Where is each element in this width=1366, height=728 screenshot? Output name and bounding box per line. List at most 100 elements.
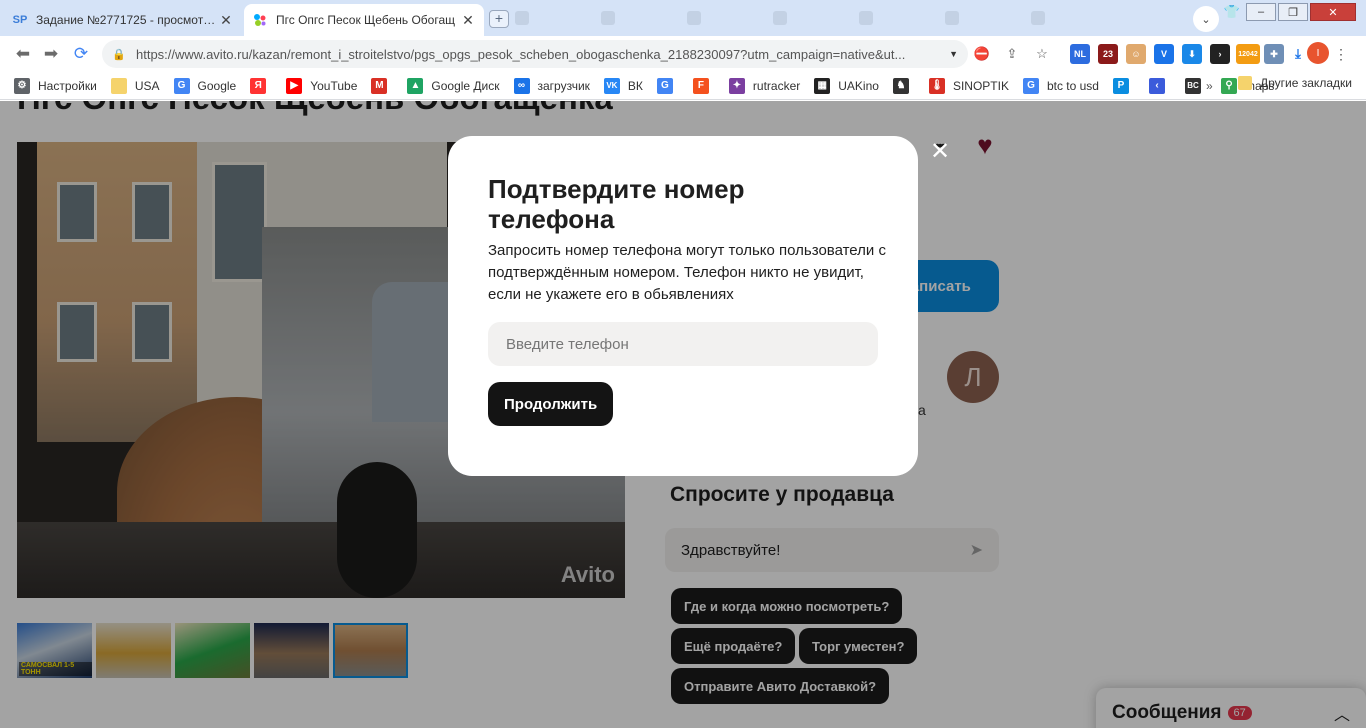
sp-favicon-icon: SP (12, 14, 28, 26)
bookmarks-bar: ⚙ Настройки USA G Google Я ▶ YouTube M ▲ Google Ди… (0, 72, 1366, 100)
folder-icon (110, 77, 127, 94)
nl-badge: NL (1074, 49, 1086, 59)
bookmark-label: rutracker (752, 78, 801, 93)
bookmark-star-icon[interactable]: ☆ (1032, 44, 1052, 64)
background-tab[interactable] (773, 8, 853, 28)
bookmark-item[interactable]: G (656, 77, 681, 94)
blocked-popup-icon[interactable]: ⛔ (972, 44, 992, 64)
minimize-button[interactable]: – (1246, 3, 1276, 21)
uakino-icon: ▦ (814, 77, 831, 94)
phone-input[interactable] (488, 322, 878, 366)
bookmark-item[interactable]: Я (250, 77, 274, 94)
v-extension-icon[interactable]: V (1154, 44, 1174, 64)
modal-title: Подтвердите номер телефона (488, 174, 745, 234)
downloads-icon[interactable]: ⤓ (1288, 44, 1308, 64)
bookmark-item[interactable]: 🌡 SINOPTIK (928, 77, 1009, 94)
bookmark-item[interactable]: ‹ (1148, 77, 1173, 94)
browser-toolbar: ⬅ ➡ ⟳ 🔒 https://www.avito.ru/kazan/remon… (0, 36, 1366, 72)
nl-extension-icon[interactable]: NL (1070, 44, 1090, 64)
bookmark-label: загрузчик (537, 78, 590, 93)
bookmark-label: Google (197, 78, 237, 93)
thermometer-icon: 🌡 (928, 77, 945, 94)
bookmark-label: UAKino (838, 78, 879, 93)
bookmark-label: SINOPTIK (952, 78, 1009, 93)
profile-avatar[interactable]: I (1307, 42, 1329, 64)
reload-icon[interactable]: ⟳ (70, 44, 92, 64)
tshirt-icon[interactable]: 👕 (1220, 2, 1244, 22)
modal-close-icon[interactable]: ✕ (925, 136, 955, 166)
lock-icon: 🔒 (112, 48, 126, 61)
bookmark-item[interactable]: ✦ rutracker (728, 77, 801, 94)
browser-tab-task[interactable]: SP Задание №2771725 - просмотр з ✕ (4, 4, 242, 36)
vk-icon: VK (603, 77, 620, 94)
bookmarks-overflow-button[interactable]: » (1206, 79, 1213, 93)
bookmark-item[interactable]: M (371, 77, 395, 94)
bookmark-label: btc to usd (1046, 78, 1099, 93)
bookmark-label: Google Диск (431, 78, 500, 93)
puzzle-extensions-icon[interactable]: ✚ (1264, 44, 1284, 64)
tab-close-icon[interactable]: ✕ (460, 12, 476, 29)
bookmark-item[interactable]: ∞ загрузчик (513, 77, 590, 94)
dropdown-arrow-icon[interactable]: ▼ (949, 49, 958, 59)
background-tab[interactable] (601, 8, 681, 28)
infinity-icon: ∞ (513, 77, 530, 94)
download-extension-icon[interactable]: ⬇ (1182, 44, 1202, 64)
other-bookmarks[interactable]: Другие закладки (1238, 76, 1352, 90)
browser-tabstrip: SP Задание №2771725 - просмотр з ✕ Пгс О… (0, 0, 1366, 36)
bc-icon: BC (1184, 77, 1201, 94)
avito-favicon-icon (252, 12, 268, 28)
other-bookmarks-label: Другие закладки (1260, 76, 1352, 90)
bookmark-item[interactable]: ♞ (892, 77, 917, 94)
new-tab-button[interactable]: + (489, 10, 509, 28)
bookmark-item[interactable]: ▦ UAKino (814, 77, 879, 94)
bookmark-item[interactable]: ▶ YouTube (286, 77, 357, 94)
browser-tab-avito[interactable]: Пгс Опгс Песок Щебень Обогащ ✕ (244, 4, 484, 36)
background-tab[interactable] (687, 8, 767, 28)
rutracker-icon: ✦ (728, 77, 745, 94)
bookmark-item[interactable]: G Google (173, 77, 237, 94)
background-tabs (515, 8, 1111, 28)
chevron-down-icon: ⌄ (1201, 13, 1211, 26)
tab-title: Пгс Опгс Песок Щебень Обогащ (276, 13, 455, 27)
p-icon: P (1112, 77, 1129, 94)
bitcoin-extension-icon[interactable]: 12042 (1236, 44, 1260, 64)
bookmark-item[interactable]: Gbtc to usd (1022, 77, 1099, 94)
gear-icon: ⚙ (14, 77, 30, 94)
gmail-icon: M (371, 77, 388, 94)
bookmark-item[interactable]: ⚙ Настройки (14, 77, 97, 94)
back-arrow-icon[interactable]: ⬅ (12, 44, 34, 64)
bookmark-item[interactable]: ▲ Google Диск (407, 77, 500, 94)
bookmark-item[interactable]: F (692, 77, 717, 94)
background-tab[interactable] (859, 8, 939, 28)
avatar-extension-icon[interactable]: ☺ (1126, 44, 1146, 64)
share-icon[interactable]: ⇪ (1002, 44, 1022, 64)
bookmark-item[interactable]: P (1112, 77, 1137, 94)
forward-arrow-icon[interactable]: ➡ (40, 44, 62, 64)
continue-button[interactable]: Продолжить (488, 382, 614, 426)
modal-description: Запросить номер телефона могут только по… (488, 242, 886, 303)
terminal-extension-icon[interactable]: › (1210, 44, 1230, 64)
background-tab[interactable] (945, 8, 1025, 28)
calendar-badge: 23 (1102, 49, 1113, 59)
translate-icon: G (656, 77, 673, 94)
folder-icon (1238, 76, 1252, 90)
address-bar[interactable]: 🔒 https://www.avito.ru/kazan/remont_i_st… (102, 40, 968, 68)
browser-menu-icon[interactable]: ⋮ (1333, 46, 1349, 62)
calendar-extension-icon[interactable]: 23 (1098, 44, 1118, 64)
window-close-button[interactable]: ✕ (1310, 3, 1356, 21)
bookmark-item[interactable]: USA (110, 77, 160, 94)
url-text[interactable]: https://www.avito.ru/kazan/remont_i_stro… (136, 47, 945, 62)
tab-title: Задание №2771725 - просмотр з (36, 13, 218, 27)
background-tab[interactable] (515, 8, 595, 28)
background-tab[interactable] (1031, 8, 1111, 28)
drive-icon: ▲ (407, 77, 424, 94)
bookmark-label: ВК (627, 78, 643, 93)
bookmark-label: Настройки (38, 78, 97, 93)
tab-close-icon[interactable]: ✕ (218, 12, 234, 29)
maximize-button[interactable]: ❐ (1278, 3, 1308, 21)
phone-confirm-modal: ✕ Подтвердите номер телефона Запросить н… (448, 136, 950, 476)
tab-search-button[interactable]: ⌄ (1193, 6, 1219, 32)
bookmark-item[interactable]: VK ВК (603, 77, 643, 94)
window-controls: 👕 – ❐ ✕ (1220, 0, 1356, 24)
arrow-left-icon: ‹ (1148, 77, 1165, 94)
